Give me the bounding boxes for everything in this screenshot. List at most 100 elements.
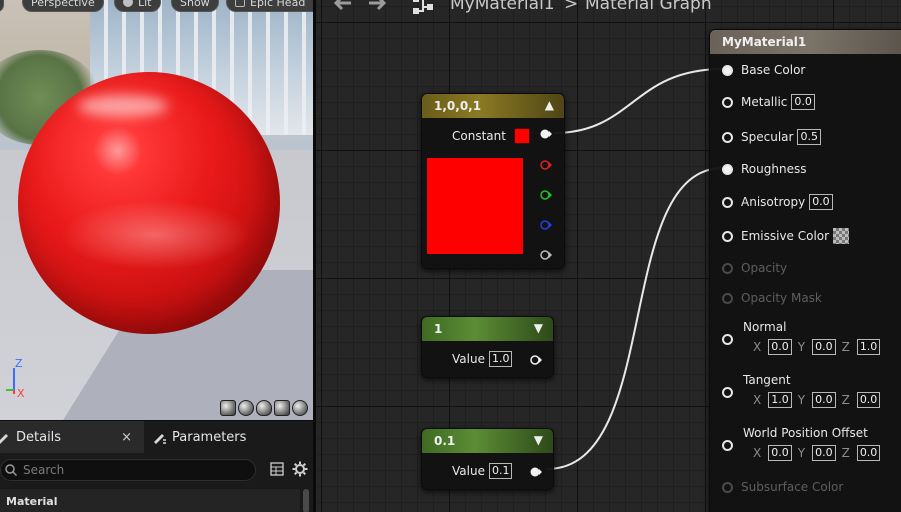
expand-chevron-down-icon[interactable]: ▼ — [534, 321, 543, 335]
search-box[interactable] — [0, 459, 256, 481]
lit-icon — [123, 0, 133, 7]
constant-pin-row: Constant — [452, 128, 530, 144]
pin-anisotropy[interactable]: Anisotropy 0.0 — [722, 194, 833, 210]
tab-details-label: Details — [16, 429, 62, 445]
constant3-header[interactable]: 1,0,0,1 ▲ — [422, 94, 564, 118]
details-icon — [0, 434, 8, 444]
close-tab-icon[interactable]: × — [121, 430, 132, 445]
normal-input-pin-icon[interactable] — [722, 334, 733, 345]
expand-chevron-down-icon[interactable]: ▼ — [534, 433, 543, 447]
preview-shape-toolbar — [220, 400, 308, 416]
normal-y-field[interactable]: 0.0 — [812, 339, 836, 355]
scalar-one-pin-label: Value — [452, 352, 485, 366]
tab-parameters-label: Parameters — [172, 429, 247, 445]
cube-preview-icon[interactable] — [274, 400, 290, 416]
scalar-node-roughness[interactable]: 0.1 ▼ Value 0.1 — [421, 428, 554, 490]
tab-parameters[interactable]: Parameters — [146, 421, 313, 453]
details-panel: Details × Parameters Material — [0, 420, 313, 512]
material-graph-canvas[interactable]: MyMaterial1 > Material Graph 1,0,0,1 ▲ C… — [313, 0, 901, 512]
perspective-button[interactable]: Perspective — [22, 0, 104, 12]
metallic-input-pin-icon[interactable] — [722, 96, 733, 108]
sphere-reflection — [60, 200, 250, 270]
wpo-z-field[interactable]: 0.0 — [856, 445, 881, 461]
pin-subsurface-color: Subsurface Color — [722, 480, 843, 494]
opacity-mask-label: Opacity Mask — [741, 291, 822, 305]
pin-opacity-mask: Opacity Mask — [722, 291, 822, 305]
preview-mesh-button[interactable]: Epic Head — [226, 0, 313, 12]
metallic-value-field[interactable]: 0.0 — [791, 94, 815, 110]
wire-base-color — [553, 68, 724, 134]
scalar-one-header[interactable]: 1 ▼ — [422, 317, 553, 341]
pin-specular[interactable]: Specular 0.5 — [722, 129, 821, 145]
wpo-x-field[interactable]: 0.0 — [768, 445, 792, 461]
material-preview-viewport[interactable]: Perspective Lit Show Epic Head Z X — [0, 0, 313, 420]
tangent-xyz-fields: X 1.0 Y 0.0 Z 0.0 — [753, 392, 881, 408]
wpo-z-label: Z — [841, 446, 850, 460]
tangent-input-pin[interactable] — [722, 387, 741, 398]
base-color-input-pin-icon[interactable] — [722, 64, 733, 76]
tab-details[interactable]: Details × — [0, 421, 144, 453]
wpo-y-field[interactable]: 0.0 — [812, 445, 836, 461]
scalar-roughness-header[interactable]: 0.1 ▼ — [422, 429, 553, 453]
settings-gear-icon[interactable] — [292, 461, 308, 477]
pin-base-color[interactable]: Base Color — [722, 63, 805, 77]
material-result-node[interactable]: MyMaterial1 Base Color Metallic 0.0 Spec… — [709, 29, 901, 512]
anisotropy-value-field[interactable]: 0.0 — [809, 194, 833, 210]
pin-roughness[interactable]: Roughness — [722, 162, 806, 176]
tangent-z-field[interactable]: 0.0 — [856, 392, 881, 408]
material-node-header[interactable]: MyMaterial1 — [710, 30, 901, 54]
custom-mesh-preview-icon[interactable] — [292, 400, 308, 416]
plane-preview-icon[interactable] — [256, 400, 272, 416]
specular-input-pin-icon[interactable] — [722, 131, 733, 143]
tangent-y-field[interactable]: 0.0 — [812, 392, 836, 408]
normal-label: Normal — [743, 320, 787, 334]
normal-x-field[interactable]: 0.0 — [768, 339, 792, 355]
roughness-input-pin-icon[interactable] — [722, 163, 733, 175]
opacity-input-pin-icon — [722, 262, 733, 274]
pin-metallic[interactable]: Metallic 0.0 — [722, 94, 815, 110]
details-scrollbar[interactable] — [303, 489, 309, 512]
anisotropy-input-pin-icon[interactable] — [722, 196, 733, 208]
opacity-label: Opacity — [741, 261, 788, 275]
emissive-color-swatch[interactable] — [833, 228, 850, 244]
parameters-icon — [154, 434, 166, 444]
panel-divider[interactable] — [313, 0, 316, 512]
subsurface-label: Subsurface Color — [741, 480, 844, 494]
sphere-preview-icon[interactable] — [238, 400, 254, 416]
specular-value-field[interactable]: 0.5 — [797, 129, 821, 145]
output-pin-g-icon[interactable] — [540, 190, 552, 200]
output-pin-r-icon[interactable] — [540, 160, 552, 170]
output-pin-rgb-icon[interactable] — [540, 129, 552, 139]
constant3-vector-node[interactable]: 1,0,0,1 ▲ Constant — [421, 93, 565, 269]
anisotropy-label: Anisotropy — [741, 195, 806, 209]
opacity-mask-input-pin-icon — [722, 292, 733, 304]
normal-z-field[interactable]: 1.0 — [856, 339, 881, 355]
lit-label: Lit — [138, 0, 152, 9]
normal-xyz-fields: X 0.0 Y 0.0 Z 1.0 — [753, 339, 881, 355]
wpo-input-pin[interactable] — [722, 440, 741, 451]
tangent-input-pin-icon[interactable] — [722, 387, 733, 398]
collapse-chevron-up-icon[interactable]: ▲ — [545, 98, 554, 112]
cylinder-preview-icon[interactable] — [220, 400, 236, 416]
emissive-input-pin-icon[interactable] — [722, 230, 733, 242]
pin-emissive-color[interactable]: Emissive Color — [722, 228, 850, 244]
scalar-node-one[interactable]: 1 ▼ Value 1.0 — [421, 316, 554, 378]
normal-input-pin[interactable] — [722, 334, 741, 345]
show-button[interactable]: Show — [171, 0, 219, 12]
table-view-icon[interactable] — [270, 462, 284, 476]
search-input[interactable] — [23, 463, 243, 477]
lit-button[interactable]: Lit — [114, 0, 161, 12]
scalar-one-value-field[interactable]: 1.0 — [488, 351, 513, 367]
scalar-roughness-value-field[interactable]: 0.1 — [488, 463, 513, 479]
constant-color-swatch[interactable] — [513, 128, 530, 144]
scalar-one-output-pin-icon[interactable] — [530, 355, 542, 365]
output-pin-a-icon[interactable] — [540, 250, 552, 260]
normal-z-label: Z — [841, 340, 850, 354]
scalar-roughness-output-pin-icon[interactable] — [530, 467, 542, 477]
tangent-x-label: X — [753, 393, 762, 407]
normal-x-label: X — [753, 340, 762, 354]
tangent-x-field[interactable]: 1.0 — [768, 392, 792, 408]
wpo-input-pin-icon[interactable] — [722, 440, 733, 451]
output-pin-b-icon[interactable] — [540, 220, 552, 230]
section-header-material[interactable]: Material — [0, 489, 300, 512]
